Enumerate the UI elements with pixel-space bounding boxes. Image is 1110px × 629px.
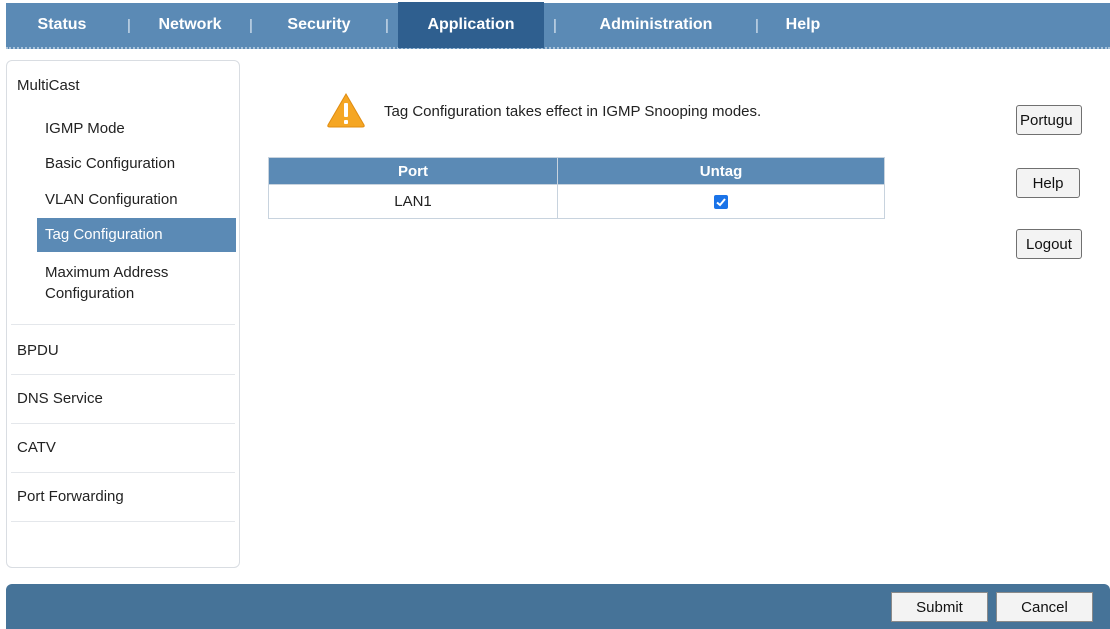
tab-security[interactable]: Security	[262, 2, 376, 48]
sidebar-group-port-forwarding[interactable]: Port Forwarding	[7, 488, 124, 505]
nav-separator: |	[385, 16, 389, 34]
sidebar-divider	[11, 521, 235, 522]
submit-button[interactable]: Submit	[891, 592, 988, 622]
sidebar: MultiCast IGMP Mode Basic Configuration …	[6, 60, 240, 568]
tab-application[interactable]: Application	[398, 2, 544, 48]
logout-button[interactable]: Logout	[1016, 229, 1082, 259]
untag-checkbox[interactable]	[714, 195, 728, 210]
sidebar-divider	[11, 374, 235, 375]
port-cell: LAN1	[268, 184, 558, 219]
tab-status[interactable]: Status	[6, 2, 118, 48]
tab-administration[interactable]: Administration	[566, 2, 746, 48]
nav-separator: |	[249, 16, 253, 34]
sidebar-group-multicast[interactable]: MultiCast	[7, 77, 80, 94]
tab-help[interactable]: Help	[768, 2, 838, 48]
sidebar-item-maximum-address-configuration[interactable]: Maximum Address Configuration	[7, 262, 207, 304]
sidebar-item-igmp-mode[interactable]: IGMP Mode	[7, 120, 125, 142]
nav-separator: |	[755, 16, 759, 34]
sidebar-item-tag-configuration[interactable]: Tag Configuration	[37, 218, 236, 252]
table-row: LAN1	[268, 184, 885, 219]
top-nav: Status | Network | Security | Applicatio…	[6, 2, 1110, 49]
sidebar-divider	[11, 324, 235, 325]
cancel-button[interactable]: Cancel	[996, 592, 1093, 622]
sidebar-divider	[11, 472, 235, 473]
help-button[interactable]: Help	[1016, 168, 1080, 198]
tab-network[interactable]: Network	[140, 2, 240, 48]
tag-config-table: Port Untag LAN1	[268, 157, 885, 219]
notice: Tag Configuration takes effect in IGMP S…	[326, 92, 761, 133]
sidebar-item-basic-configuration[interactable]: Basic Configuration	[7, 155, 175, 177]
column-header-port: Port	[268, 157, 558, 185]
column-header-untag: Untag	[557, 157, 885, 185]
language-button[interactable]: Portugu	[1016, 105, 1082, 135]
nav-separator: |	[127, 16, 131, 34]
notice-text: Tag Configuration takes effect in IGMP S…	[384, 103, 762, 120]
table-header-row: Port Untag	[268, 157, 885, 185]
sidebar-group-bpdu[interactable]: BPDU	[7, 342, 59, 359]
untag-cell	[557, 184, 885, 219]
sidebar-group-dns-service[interactable]: DNS Service	[7, 390, 103, 407]
nav-separator: |	[553, 16, 557, 34]
sidebar-group-catv[interactable]: CATV	[7, 439, 56, 456]
sidebar-divider	[11, 423, 235, 424]
sidebar-item-vlan-configuration[interactable]: VLAN Configuration	[7, 191, 178, 213]
warning-icon	[326, 92, 366, 133]
